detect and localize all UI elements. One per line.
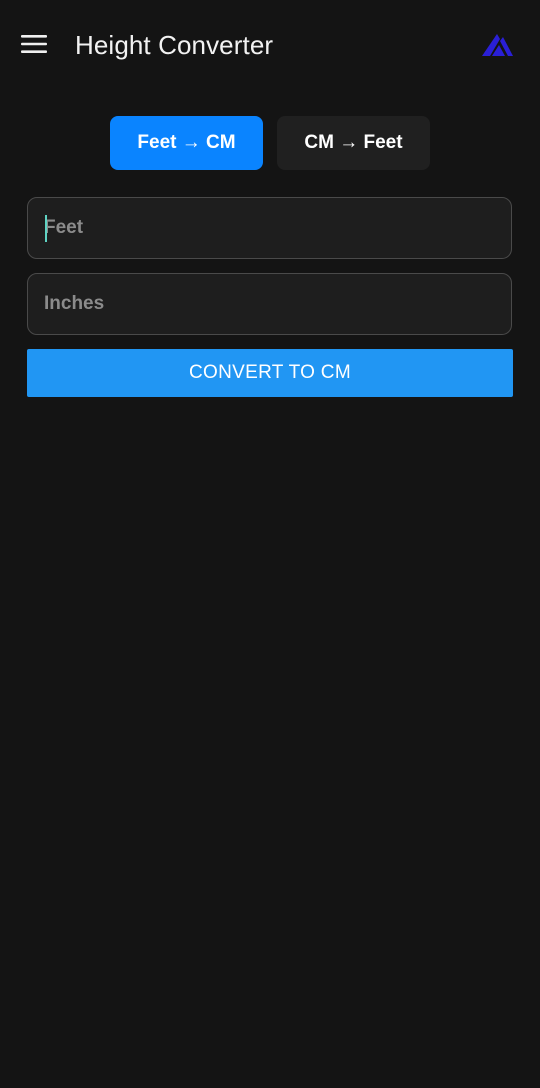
feet-to-cm-button[interactable]: Feet → CM [110,116,263,170]
feet-input[interactable] [44,198,494,258]
app-logo-icon [482,34,513,56]
height-converter-screen: Height Converter Feet → CM CM → Feet CON… [0,0,540,1088]
feet-field [27,197,512,259]
convert-to-cm-button[interactable]: CONVERT TO CM [27,349,513,397]
app-title: Height Converter [75,30,274,60]
app-logo [480,30,516,60]
app-bar: Height Converter [0,0,540,92]
inches-input[interactable] [44,274,494,334]
cm-to-feet-button[interactable]: CM → Feet [277,116,430,170]
text-cursor [45,215,47,242]
inches-field [27,273,512,335]
hamburger-menu-icon [21,35,47,53]
conversion-mode-toggle: Feet → CM CM → Feet [110,116,430,170]
menu-button[interactable] [16,26,52,62]
